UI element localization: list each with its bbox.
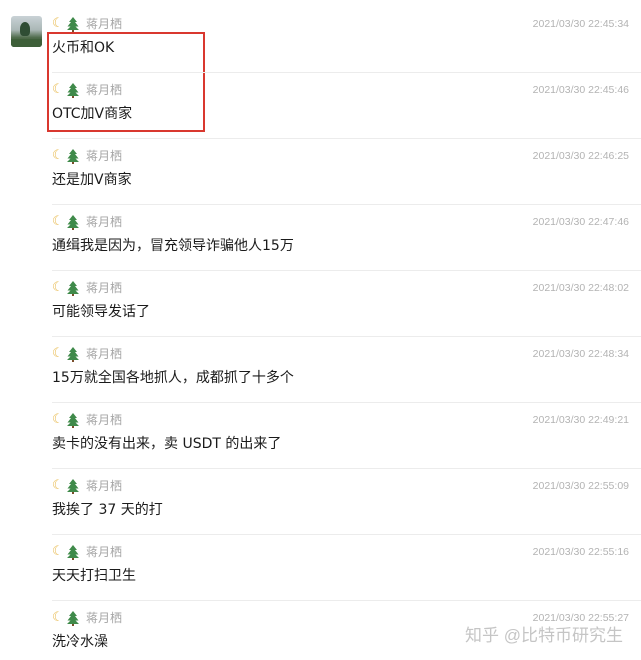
evergreen-tree-icon: [66, 544, 80, 560]
message-item[interactable]: ☾ 蒋月栖 2021/03/30 22:55:09 我挨了 37 天的打: [52, 468, 629, 534]
evergreen-tree-icon: [66, 610, 80, 626]
avatar-tree: [20, 22, 30, 36]
crescent-moon-icon: ☾: [52, 610, 64, 625]
evergreen-tree-icon: [66, 148, 80, 164]
message-item[interactable]: ☾ 蒋月栖 2021/03/30 22:45:34 火币和OK: [52, 6, 629, 72]
crescent-moon-icon: ☾: [52, 544, 64, 559]
message-item[interactable]: ☾ 蒋月栖 2021/03/30 22:45:46 OTC加V商家: [52, 72, 629, 138]
message-text: OTC加V商家: [52, 106, 133, 122]
message-meta: ☾ 蒋月栖: [52, 346, 122, 362]
crescent-moon-icon: ☾: [52, 214, 64, 229]
message-text: 洗冷水澡: [52, 634, 108, 650]
message-meta: ☾ 蒋月栖: [52, 16, 122, 32]
message-text: 通缉我是因为，冒充领导诈骗他人15万: [52, 238, 294, 254]
message-text: 15万就全国各地抓人，成都抓了十多个: [52, 370, 294, 386]
message-timestamp: 2021/03/30 22:47:46: [532, 216, 629, 228]
crescent-moon-icon: ☾: [52, 280, 64, 295]
crescent-moon-icon: ☾: [52, 346, 64, 361]
message-meta: ☾ 蒋月栖: [52, 280, 122, 296]
message-text: 天天打扫卫生: [52, 568, 136, 584]
sender-name: 蒋月栖: [86, 83, 123, 97]
message-meta: ☾ 蒋月栖: [52, 214, 122, 230]
message-item[interactable]: ☾ 蒋月栖 2021/03/30 22:49:21 卖卡的没有出来，卖 USDT…: [52, 402, 629, 468]
sender-name: 蒋月栖: [86, 413, 123, 427]
message-text: 我挨了 37 天的打: [52, 502, 163, 518]
message-timestamp: 2021/03/30 22:55:09: [532, 480, 629, 492]
message-meta: ☾ 蒋月栖: [52, 478, 122, 494]
crescent-moon-icon: ☾: [52, 478, 64, 493]
sender-name: 蒋月栖: [86, 281, 123, 295]
message-timestamp: 2021/03/30 22:45:34: [532, 18, 629, 30]
evergreen-tree-icon: [66, 280, 80, 296]
avatar-ground: [11, 39, 42, 47]
sender-name: 蒋月栖: [86, 479, 123, 493]
evergreen-tree-icon: [66, 82, 80, 98]
message-timestamp: 2021/03/30 22:55:16: [532, 546, 629, 558]
message-meta: ☾ 蒋月栖: [52, 82, 122, 98]
message-meta: ☾ 蒋月栖: [52, 148, 122, 164]
message-text: 还是加V商家: [52, 172, 132, 188]
sender-name: 蒋月栖: [86, 17, 123, 31]
message-timestamp: 2021/03/30 22:45:46: [532, 84, 629, 96]
watermark: 知乎 @比特币研究生: [465, 626, 623, 645]
evergreen-tree-icon: [66, 214, 80, 230]
sender-name: 蒋月栖: [86, 149, 123, 163]
message-text: 可能领导发话了: [52, 304, 150, 320]
evergreen-tree-icon: [66, 478, 80, 494]
message-meta: ☾ 蒋月栖: [52, 544, 122, 560]
message-timestamp: 2021/03/30 22:46:25: [532, 150, 629, 162]
message-item[interactable]: ☾ 蒋月栖 2021/03/30 22:48:34 15万就全国各地抓人，成都抓…: [52, 336, 629, 402]
crescent-moon-icon: ☾: [52, 16, 64, 31]
message-item[interactable]: ☾ 蒋月栖 2021/03/30 22:55:16 天天打扫卫生: [52, 534, 629, 600]
message-text: 卖卡的没有出来，卖 USDT 的出来了: [52, 436, 282, 452]
crescent-moon-icon: ☾: [52, 148, 64, 163]
message-item[interactable]: ☾ 蒋月栖 2021/03/30 22:47:46 通缉我是因为，冒充领导诈骗他…: [52, 204, 629, 270]
message-timestamp: 2021/03/30 22:49:21: [532, 414, 629, 426]
message-item[interactable]: ☾ 蒋月栖 2021/03/30 22:48:02 可能领导发话了: [52, 270, 629, 336]
sender-name: 蒋月栖: [86, 545, 123, 559]
sender-name: 蒋月栖: [86, 215, 123, 229]
evergreen-tree-icon: [66, 16, 80, 32]
sender-name: 蒋月栖: [86, 347, 123, 361]
crescent-moon-icon: ☾: [52, 412, 64, 427]
chat-history: ☾ 蒋月栖 2021/03/30 22:45:34 火币和OK ☾ 蒋月栖 20…: [0, 0, 641, 660]
message-meta: ☾ 蒋月栖: [52, 610, 122, 626]
message-timestamp: 2021/03/30 22:48:34: [532, 348, 629, 360]
avatar[interactable]: [11, 16, 42, 47]
evergreen-tree-icon: [66, 346, 80, 362]
message-item[interactable]: ☾ 蒋月栖 2021/03/30 22:46:25 还是加V商家: [52, 138, 629, 204]
evergreen-tree-icon: [66, 412, 80, 428]
message-timestamp: 2021/03/30 22:48:02: [532, 282, 629, 294]
sender-name: 蒋月栖: [86, 611, 123, 625]
message-meta: ☾ 蒋月栖: [52, 412, 122, 428]
crescent-moon-icon: ☾: [52, 82, 64, 97]
message-text: 火币和OK: [52, 40, 115, 56]
